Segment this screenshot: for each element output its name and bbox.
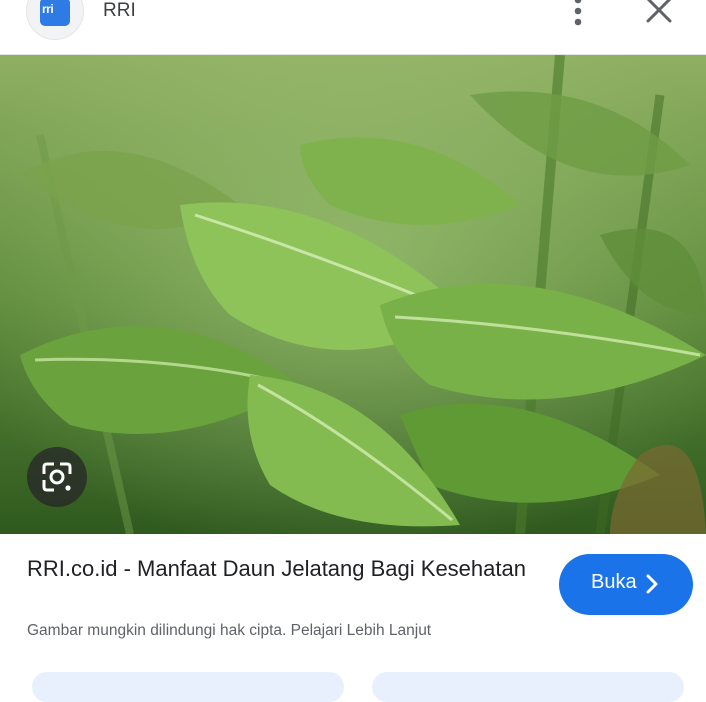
site-name[interactable]: RRI: [103, 0, 136, 22]
learn-more-link[interactable]: Pelajari Lebih Lanjut: [291, 622, 431, 639]
result-image[interactable]: [0, 55, 706, 534]
open-button[interactable]: Buka: [559, 554, 693, 615]
copyright-notice: Gambar mungkin dilindungi hak cipta. Pel…: [27, 622, 431, 640]
result-title[interactable]: RRI.co.id - Manfaat Daun Jelatang Bagi K…: [27, 554, 527, 583]
action-chip[interactable]: [32, 672, 344, 702]
lens-icon[interactable]: [27, 447, 87, 507]
site-logo[interactable]: rri: [26, 0, 84, 40]
copyright-text: Gambar mungkin dilindungi hak cipta.: [27, 622, 287, 639]
close-icon[interactable]: [643, 0, 675, 26]
top-bar: rri RRI: [0, 0, 706, 55]
action-chip[interactable]: [372, 672, 684, 702]
open-button-label: Buka: [591, 571, 637, 593]
more-vert-icon[interactable]: [562, 0, 594, 30]
chevron-right-icon: [646, 574, 658, 594]
site-logo-text: rri: [42, 2, 54, 16]
